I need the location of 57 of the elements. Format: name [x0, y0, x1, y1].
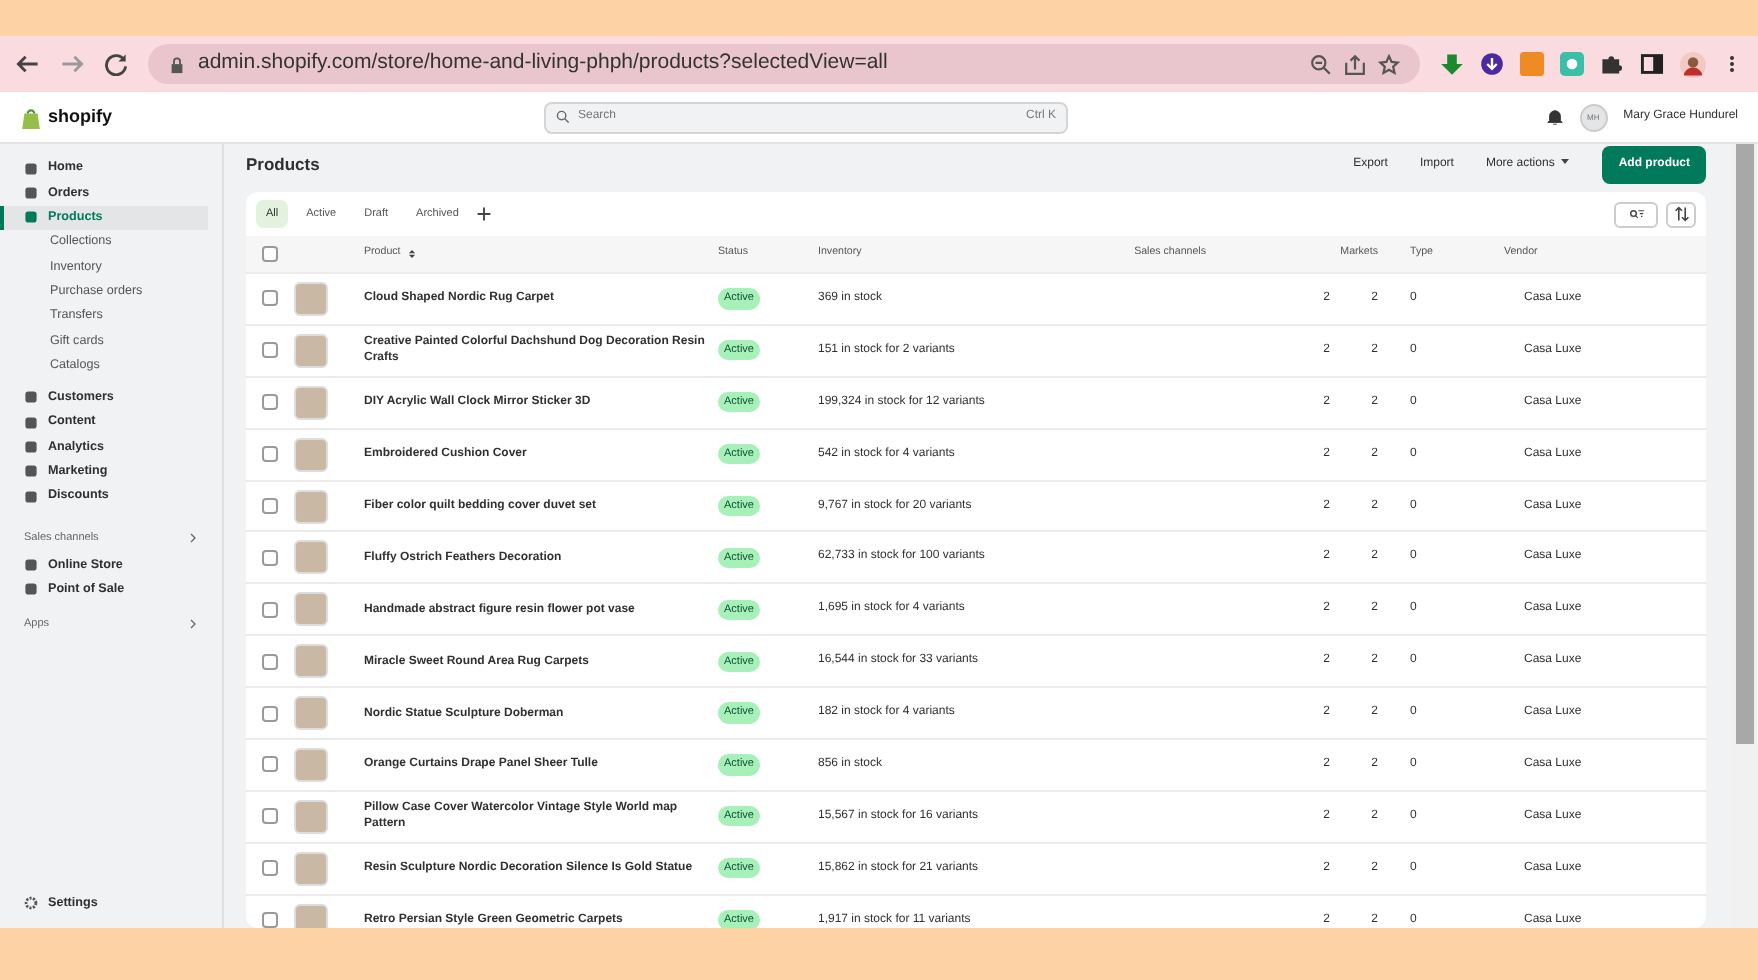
zoom-out-icon[interactable] [1310, 53, 1332, 75]
forward-arrow-icon[interactable] [60, 52, 84, 76]
row-checkbox[interactable] [262, 549, 278, 566]
caret-down-icon [1560, 156, 1571, 167]
row-checkbox[interactable] [262, 808, 278, 825]
sort-arrows-icon[interactable] [408, 248, 417, 260]
photo-placeholder [294, 333, 328, 368]
photo-placeholder [294, 747, 328, 782]
photo-placeholder [294, 385, 328, 420]
row-checkbox[interactable] [262, 860, 278, 877]
star-icon[interactable] [1378, 53, 1400, 75]
photo-placeholder [294, 851, 328, 886]
bell-icon[interactable] [1545, 108, 1564, 126]
row-checkbox[interactable] [262, 705, 278, 722]
row-checkbox[interactable] [262, 912, 278, 928]
photo-placeholder [294, 489, 328, 523]
row-checkbox[interactable] [262, 394, 278, 411]
bag-icon [20, 105, 42, 129]
page-title: Products [246, 153, 320, 175]
search-filter-button[interactable] [1614, 201, 1658, 227]
row-checkbox[interactable] [262, 601, 278, 618]
side-panel-icon[interactable] [1640, 52, 1664, 76]
extension-icon[interactable] [1560, 52, 1584, 76]
sort-button[interactable] [1666, 201, 1696, 227]
scrollbar-thumb[interactable] [1735, 144, 1753, 744]
chevron-right-icon[interactable] [188, 617, 198, 630]
photo-placeholder [294, 903, 328, 928]
photo-placeholder [294, 540, 328, 575]
gear-icon [24, 896, 38, 911]
row-checkbox[interactable] [262, 653, 278, 670]
row-checkbox[interactable] [262, 498, 278, 514]
photo-placeholder [294, 592, 328, 627]
url-text: admin.shopify.com/store/home-and-living-phph/products?selectedView=all [198, 48, 890, 79]
photo-placeholder [294, 696, 328, 731]
row-checkbox[interactable] [262, 446, 278, 463]
lock-icon [168, 55, 186, 73]
row-checkbox[interactable] [262, 756, 278, 773]
row-checkbox[interactable] [262, 342, 278, 359]
plus-icon[interactable] [476, 206, 493, 222]
download-arrow-icon[interactable] [1440, 52, 1464, 76]
photo-placeholder [294, 281, 328, 316]
search-icon [556, 110, 570, 124]
avatar-icon[interactable] [1680, 51, 1706, 77]
back-arrow-icon[interactable] [16, 52, 40, 76]
puzzle-icon[interactable] [1600, 52, 1624, 76]
row-checkbox[interactable] [262, 290, 278, 307]
address-bar[interactable]: admin.shopify.com/store/home-and-living-phph/products?selectedView=all [148, 44, 1420, 84]
select-all-checkbox[interactable] [262, 246, 278, 262]
circle-download-icon[interactable] [1480, 52, 1504, 76]
photo-placeholder [294, 437, 328, 472]
share-icon[interactable] [1344, 53, 1366, 75]
sort-icon [1673, 206, 1689, 222]
chevron-right-icon[interactable] [188, 532, 198, 545]
logo-text: shopify [48, 103, 113, 130]
photo-placeholder [294, 644, 328, 679]
photo-placeholder [294, 799, 328, 834]
reload-icon[interactable] [104, 52, 128, 76]
